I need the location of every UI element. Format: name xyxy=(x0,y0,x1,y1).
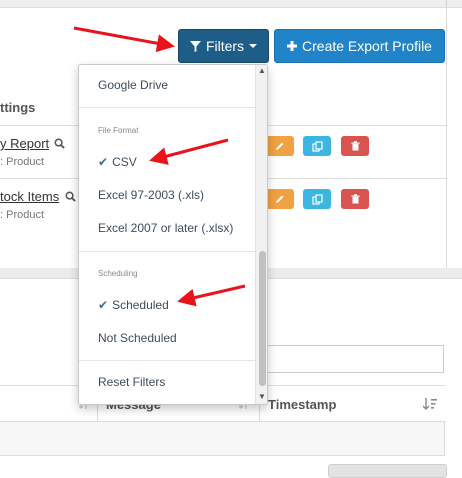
filter-icon xyxy=(189,40,201,52)
search-icon[interactable] xyxy=(65,191,76,202)
filter-option-csv[interactable]: ✔ CSV xyxy=(98,155,137,169)
menu-divider xyxy=(79,107,255,108)
sort-desc-icon xyxy=(423,398,437,410)
filter-option-xls[interactable]: Excel 97-2003 (.xls) xyxy=(98,188,204,202)
scroll-up-arrow-icon[interactable]: ▲ xyxy=(256,65,267,77)
report-type-text: : Product xyxy=(0,209,45,221)
trash-icon xyxy=(351,141,359,151)
menu-divider xyxy=(79,360,255,361)
scrollbar-thumb[interactable] xyxy=(259,251,266,386)
filter-option-not-scheduled[interactable]: Not Scheduled xyxy=(98,331,177,345)
filter-option-google-drive[interactable]: Google Drive xyxy=(98,78,168,92)
checkmark-icon: ✔ xyxy=(98,155,109,169)
dropdown-scrollbar[interactable]: ▲ ▼ xyxy=(255,65,267,404)
scheduling-header: Scheduling xyxy=(98,269,138,278)
create-export-profile-label: Create Export Profile xyxy=(302,38,432,54)
filters-button-label: Filters xyxy=(205,38,245,54)
filter-option-csv-label: CSV xyxy=(112,155,137,169)
delete-button[interactable] xyxy=(341,136,369,156)
filters-dropdown-menu: Google Drive File Format ✔ CSV Excel 97-2… xyxy=(78,64,268,405)
trash-icon xyxy=(351,194,359,204)
plus-icon xyxy=(287,41,298,51)
column-header-timestamp[interactable]: Timestamp xyxy=(268,386,445,422)
pagination-control[interactable] xyxy=(328,464,447,478)
reset-filters-option[interactable]: Reset Filters xyxy=(98,375,165,389)
settings-column-heading: ttings xyxy=(0,100,36,115)
menu-divider xyxy=(79,251,255,252)
column-header-timestamp-label: Timestamp xyxy=(268,396,337,412)
copy-icon xyxy=(311,140,323,152)
file-format-header: File Format xyxy=(98,126,139,135)
filter-option-xlsx[interactable]: Excel 2007 or later (.xlsx) xyxy=(98,221,233,235)
copy-button[interactable] xyxy=(303,189,331,209)
filters-button[interactable]: Filters xyxy=(178,29,269,63)
pencil-icon xyxy=(276,195,284,203)
copy-icon xyxy=(311,193,323,205)
caret-down-icon xyxy=(249,44,258,48)
table-row: tock Items xyxy=(0,189,76,204)
filter-option-scheduled[interactable]: ✔ Scheduled xyxy=(98,298,169,312)
search-icon[interactable] xyxy=(54,138,66,149)
scroll-down-arrow-icon[interactable]: ▼ xyxy=(256,391,267,403)
report-name-link[interactable]: y Report xyxy=(0,136,49,151)
copy-button[interactable] xyxy=(303,136,331,156)
filter-option-scheduled-label: Scheduled xyxy=(112,298,169,312)
delete-button[interactable] xyxy=(341,189,369,209)
create-export-profile-button[interactable]: Create Export Profile xyxy=(274,29,445,63)
top-strip-divider xyxy=(446,0,447,7)
log-search-input[interactable] xyxy=(255,345,444,373)
edit-button[interactable] xyxy=(266,189,294,209)
report-name-link[interactable]: tock Items xyxy=(0,189,59,204)
pencil-icon xyxy=(276,142,284,150)
table-row: y Report xyxy=(0,136,66,151)
empty-table-row xyxy=(0,422,445,456)
edit-button[interactable] xyxy=(266,136,294,156)
report-type-text: : Product xyxy=(0,156,45,168)
checkmark-icon: ✔ xyxy=(98,298,109,312)
